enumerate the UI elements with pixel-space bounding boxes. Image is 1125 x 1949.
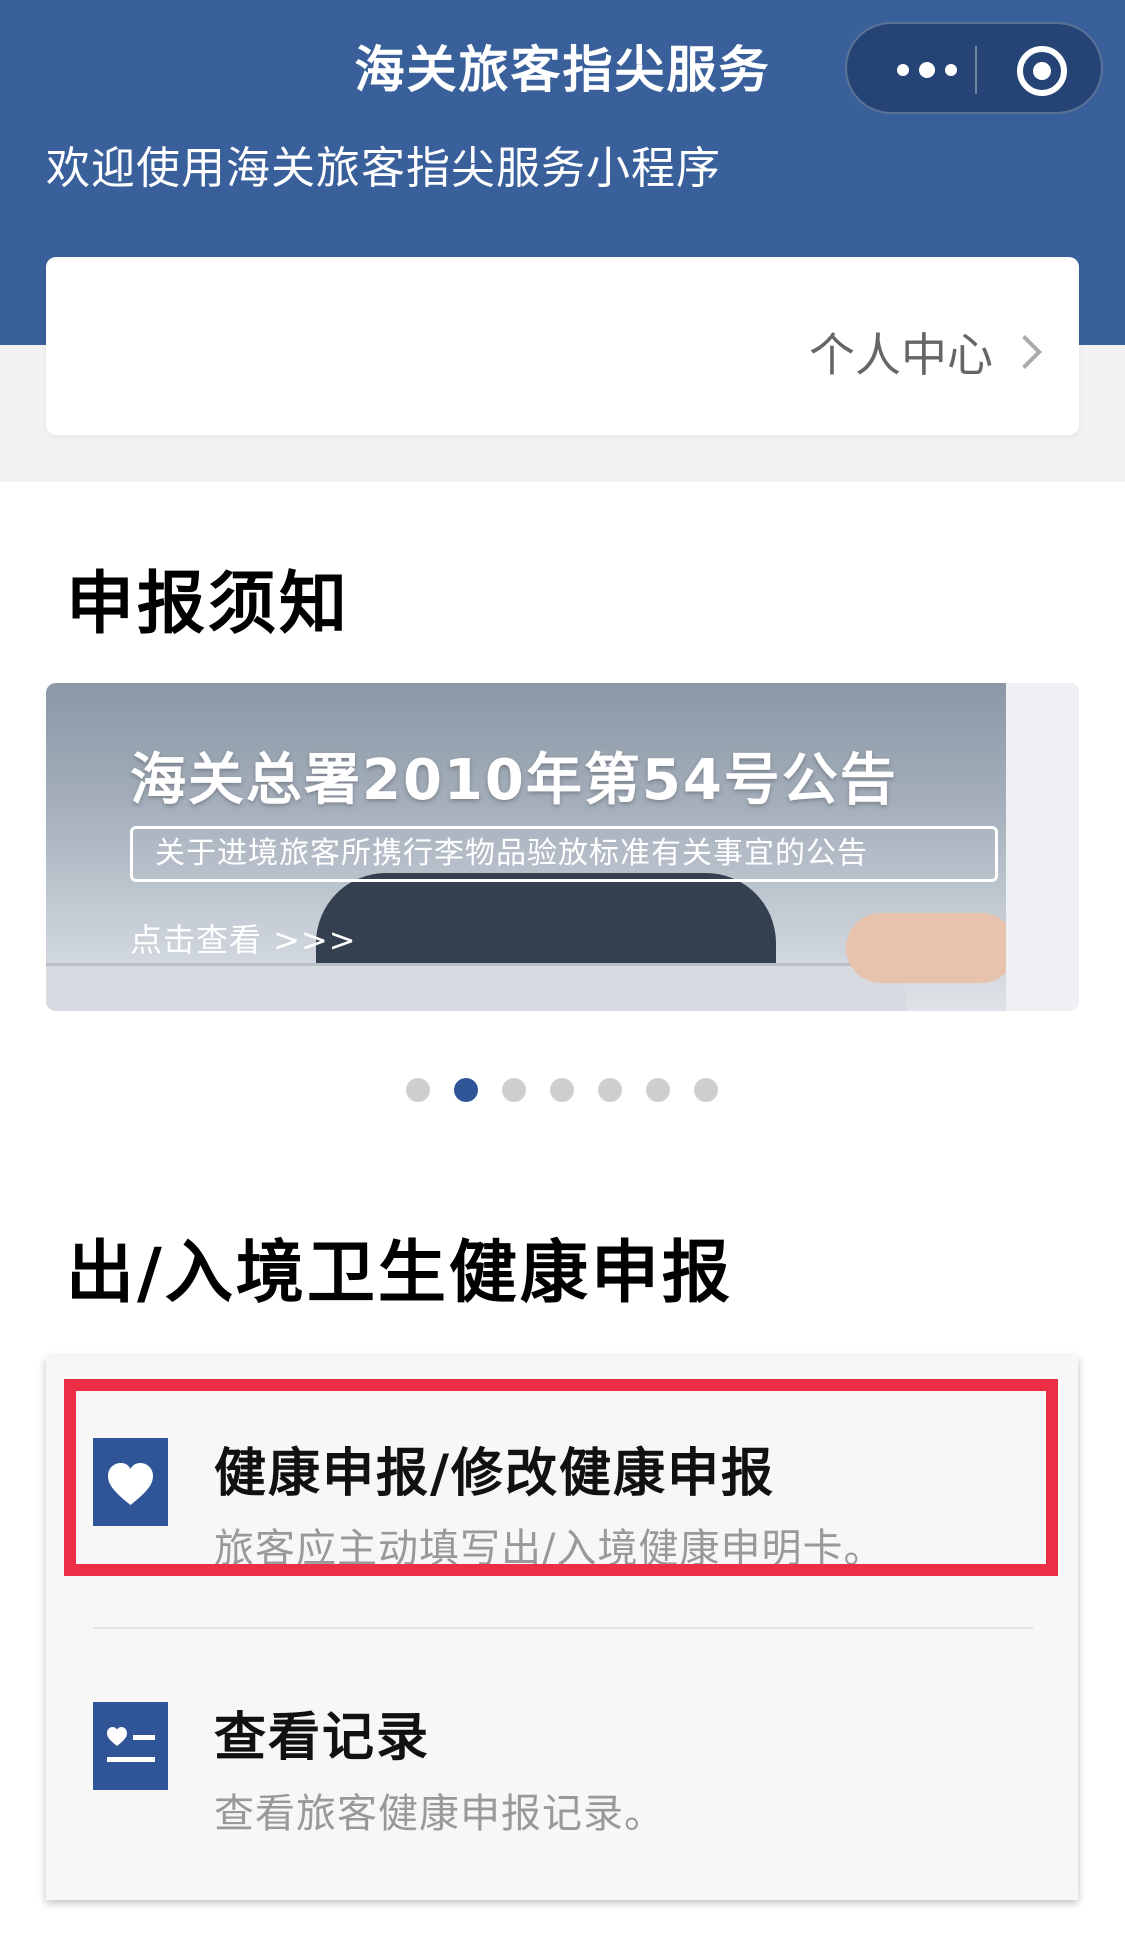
highlight-annotation [64, 1379, 1058, 1576]
capsule-divider [975, 46, 977, 94]
tray-image [46, 963, 906, 1011]
view-records-subtitle: 查看旅客健康申报记录。 [214, 1791, 665, 1837]
sleeve-image [1006, 683, 1079, 1011]
more-dots-icon[interactable] [887, 50, 967, 90]
notice-banner[interactable]: 海关总署2010年第54号公告 关于进境旅客所携行李物品验放标准有关事宜的公告 … [46, 683, 1079, 1011]
banner-title: 海关总署2010年第54号公告 [130, 748, 898, 813]
pager-dot[interactable] [454, 1078, 478, 1102]
pager-dot[interactable] [502, 1078, 526, 1102]
carousel-pager[interactable] [406, 1078, 718, 1102]
pager-dot[interactable] [646, 1078, 670, 1102]
hand-image [846, 913, 1016, 983]
health-section-title: 出/入境卫生健康申报 [66, 1234, 733, 1313]
view-records-item[interactable]: 查看记录 查看旅客健康申报记录。 [46, 1629, 1078, 1839]
pager-dot[interactable] [598, 1078, 622, 1102]
welcome-text: 欢迎使用海关旅客指尖服务小程序 [46, 143, 721, 194]
checklist-icon [93, 1702, 168, 1790]
pager-dot[interactable] [694, 1078, 718, 1102]
chevron-right-icon [1008, 335, 1042, 369]
personal-center-label: 个人中心 [809, 328, 993, 382]
personal-center-link[interactable]: 个人中心 [809, 319, 1042, 385]
pager-dot[interactable] [550, 1078, 574, 1102]
pager-dot[interactable] [406, 1078, 430, 1102]
banner-subtitle: 关于进境旅客所携行李物品验放标准有关事宜的公告 [130, 826, 998, 882]
close-ring-icon[interactable] [1017, 46, 1067, 96]
banner-cta: 点击查看 >>> [130, 921, 357, 959]
notice-section-title: 申报须知 [66, 565, 351, 644]
personal-center-card[interactable]: 个人中心 [46, 257, 1079, 435]
view-records-title: 查看记录 [214, 1708, 431, 1768]
mini-program-capsule [845, 22, 1103, 114]
